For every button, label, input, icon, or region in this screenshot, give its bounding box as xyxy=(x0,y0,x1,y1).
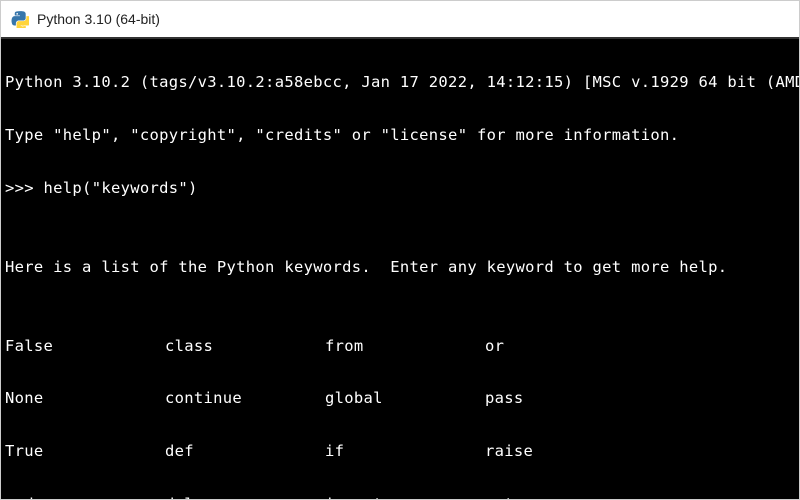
keyword-cell: return xyxy=(485,491,645,499)
prompt-line: >>> help("keywords") xyxy=(5,175,795,201)
keyword-row: Truedefifraise xyxy=(5,438,795,464)
keyword-cell: None xyxy=(5,385,165,411)
banner-line: Type "help", "copyright", "credits" or "… xyxy=(5,122,795,148)
prompt-symbol: >>> xyxy=(5,179,44,197)
keyword-cell: import xyxy=(325,491,485,499)
keyword-cell: False xyxy=(5,333,165,359)
keyword-cell: del xyxy=(165,491,325,499)
entered-command: help("keywords") xyxy=(44,179,198,197)
keyword-cell: class xyxy=(165,333,325,359)
keyword-cell: def xyxy=(165,438,325,464)
keyword-cell: from xyxy=(325,333,485,359)
keyword-row: Nonecontinueglobalpass xyxy=(5,385,795,411)
keyword-cell: continue xyxy=(165,385,325,411)
window-titlebar: Python 3.10 (64-bit) xyxy=(1,1,799,39)
keyword-cell: if xyxy=(325,438,485,464)
keyword-cell: True xyxy=(5,438,165,464)
window-title: Python 3.10 (64-bit) xyxy=(37,11,160,27)
keyword-row: Falseclassfromor xyxy=(5,333,795,359)
keyword-cell: global xyxy=(325,385,485,411)
keyword-cell: or xyxy=(485,333,645,359)
terminal-output[interactable]: Python 3.10.2 (tags/v3.10.2:a58ebcc, Jan… xyxy=(1,39,799,499)
keywords-intro: Here is a list of the Python keywords. E… xyxy=(5,254,795,280)
keyword-cell: raise xyxy=(485,438,645,464)
banner-line: Python 3.10.2 (tags/v3.10.2:a58ebcc, Jan… xyxy=(5,69,795,95)
keyword-cell: and xyxy=(5,491,165,499)
python-logo-icon xyxy=(11,10,29,28)
keyword-cell: pass xyxy=(485,385,645,411)
keyword-row: anddelimportreturn xyxy=(5,491,795,499)
